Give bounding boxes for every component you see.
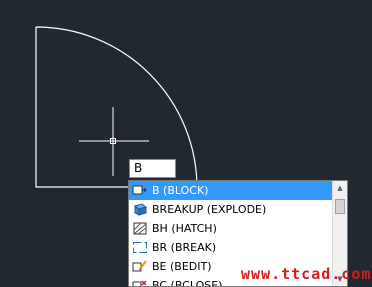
block-insert-icon (132, 183, 148, 198)
autocomplete-item[interactable]: B (BLOCK) (129, 181, 332, 200)
autocomplete-item-label: BE (BEDIT) (152, 260, 212, 273)
explode-icon (132, 202, 148, 217)
autocomplete-item[interactable]: BR (BREAK) (129, 238, 332, 257)
autocomplete-item-label: BREAKUP (EXPLODE) (152, 203, 267, 216)
autocomplete-item-label: B (BLOCK) (152, 184, 209, 197)
autocomplete-item[interactable]: BH (HATCH) (129, 219, 332, 238)
autocomplete-item[interactable]: BREAKUP (EXPLODE) (129, 200, 332, 219)
watermark-text: www.ttcad.com (241, 265, 372, 283)
scroll-up-arrow-icon[interactable]: ▲ (333, 181, 347, 195)
autocomplete-item-label: BR (BREAK) (152, 241, 217, 254)
autocomplete-item-label: BH (HATCH) (152, 222, 217, 235)
block-close-icon (132, 278, 148, 286)
block-editor-icon (132, 259, 148, 274)
dynamic-input-field[interactable]: B (129, 159, 176, 178)
autocomplete-item-label: BC (BCLOSE) (152, 279, 223, 287)
hatch-icon (132, 221, 148, 236)
break-icon (132, 240, 148, 255)
scrollbar-thumb[interactable] (335, 199, 345, 214)
